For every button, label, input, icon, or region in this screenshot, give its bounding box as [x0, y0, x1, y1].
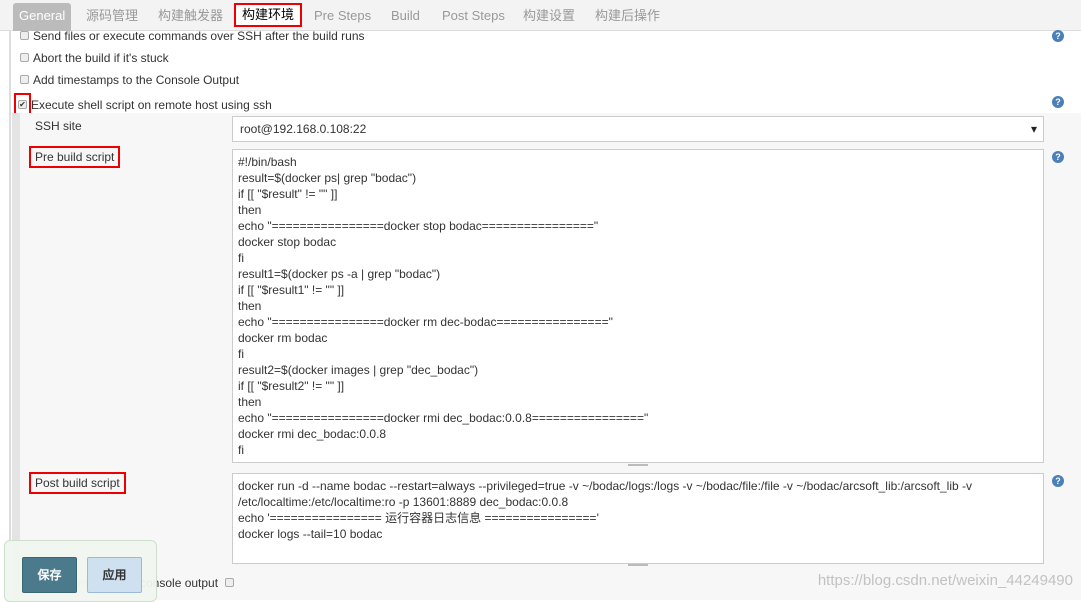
checkbox[interactable] [20, 53, 29, 63]
ssh-site-select[interactable]: root@192.168.0.108:22 ▾ [232, 116, 1044, 142]
save-button[interactable]: 保存 [22, 557, 77, 593]
checkbox[interactable] [20, 75, 29, 85]
checkbox-checked[interactable]: ✔ [18, 100, 27, 110]
checkbox[interactable] [20, 31, 29, 41]
tab-post-steps[interactable]: Post Steps [436, 4, 511, 30]
tab-build-settings[interactable]: 构建设置 [517, 4, 581, 30]
left-border [9, 31, 11, 600]
watermark: https://blog.csdn.net/weixin_44249490 [817, 572, 1073, 589]
checkbox[interactable] [225, 578, 235, 588]
resize-handle[interactable] [628, 564, 648, 566]
option-label: Execute shell script on remote host usin… [31, 98, 272, 112]
ssh-site-label: SSH site [35, 119, 82, 133]
resize-handle[interactable] [628, 464, 648, 466]
tab-build-env[interactable]: 构建环境 [234, 3, 303, 27]
option-label: Add timestamps to the Console Output [33, 73, 240, 87]
option-abort-stuck[interactable]: Abort the build if it's stuck [20, 49, 169, 67]
save-bar: 保存 应用 [4, 540, 157, 602]
option-label: Abort the build if it's stuck [33, 51, 169, 65]
option-timestamps[interactable]: Add timestamps to the Console Output [20, 71, 239, 89]
pre-build-label: Pre build script [29, 146, 121, 168]
post-build-script-input[interactable]: docker run -d --name bodac --restart=alw… [232, 473, 1044, 564]
help-icon[interactable]: ? [1052, 475, 1064, 487]
chevron-down-icon: ▾ [1030, 122, 1037, 136]
ssh-site-value: root@192.168.0.108:22 [240, 122, 367, 136]
tab-post-build[interactable]: 构建后操作 [589, 4, 666, 30]
apply-button[interactable]: 应用 [87, 557, 142, 593]
help-icon[interactable]: ? [1052, 96, 1064, 108]
tab-build[interactable]: Build [385, 4, 426, 30]
option-execute-ssh[interactable]: ✔ Execute shell script on remote host usi… [14, 93, 272, 117]
option-label: Send files or execute commands over SSH … [33, 29, 365, 43]
pre-build-script-input[interactable]: #!/bin/bash result=$(docker ps| grep "bo… [232, 149, 1044, 463]
option-send-files[interactable]: Send files or execute commands over SSH … [20, 27, 365, 45]
post-build-label: Post build script [29, 472, 126, 494]
help-icon[interactable]: ? [1052, 30, 1064, 42]
help-icon[interactable]: ? [1052, 151, 1064, 163]
